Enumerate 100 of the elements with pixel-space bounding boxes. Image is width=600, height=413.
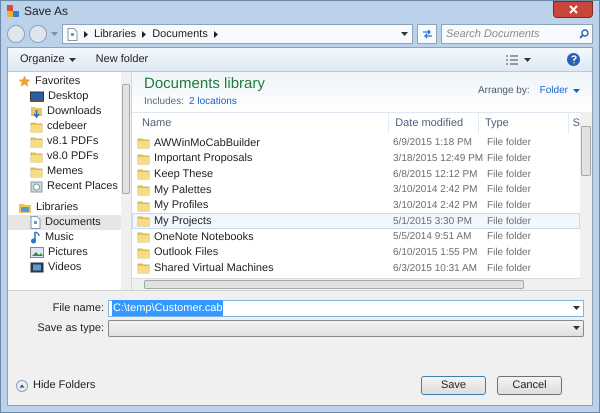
column-header[interactable]: Type <box>478 113 569 134</box>
file-name: AWWinMoCabBuilder <box>154 136 260 151</box>
date-cell-text: 3/18/2015 12:49 PM <box>392 152 481 166</box>
star-icon <box>18 75 31 88</box>
sidebar-item[interactable]: Videos <box>8 260 121 275</box>
type-cell-text: File folder <box>486 168 532 182</box>
sidebar-item[interactable]: v8.0 PDFs <box>8 149 121 164</box>
sidebar-item[interactable]: Downloads <box>8 104 121 119</box>
sidebar-item[interactable]: Documents <box>8 215 121 230</box>
horizontal-scrollbar[interactable] <box>132 278 580 290</box>
picture-icon <box>30 247 44 258</box>
search-field[interactable]: Search Documents <box>441 24 593 44</box>
save-as-type-dropdown[interactable] <box>108 320 584 336</box>
chevron-right-icon <box>142 30 146 38</box>
date-cell-text: 6/3/2015 10:31 AM <box>392 262 478 276</box>
film-icon <box>30 262 44 273</box>
folder-icon <box>137 168 150 180</box>
sidebar-item[interactable]: Recent Places <box>8 179 121 194</box>
file-row[interactable]: My Palettes 3/10/2014 2:42 PM File folder <box>132 182 580 198</box>
sidebar-item[interactable]: Memes <box>8 164 121 179</box>
breadcrumb-item[interactable]: Documents <box>152 26 208 42</box>
file-name: Outlook Files <box>154 245 218 260</box>
scrollbar[interactable] <box>121 72 131 290</box>
date-cell-text: 5/1/2015 3:30 PM <box>392 214 473 229</box>
hide-folders-button[interactable]: Hide Folders <box>16 377 96 394</box>
type-cell-text: File folder <box>486 199 532 214</box>
file-row[interactable]: Keep These 6/8/2015 12:12 PM File folder <box>132 166 580 182</box>
arrange-by-dropdown[interactable]: Folder <box>540 83 580 98</box>
type-cell-text: File folder <box>486 214 532 229</box>
new-folder-button[interactable]: New folder <box>96 51 148 68</box>
file-name-label: File name: <box>52 300 104 316</box>
cancel-button[interactable]: Cancel <box>497 376 562 395</box>
help-button[interactable] <box>567 53 580 66</box>
folder-icon <box>137 200 150 212</box>
folder-icon <box>137 230 150 243</box>
sidebar-item[interactable]: v8.1 PDFs <box>8 134 121 149</box>
folder-icon <box>137 184 150 196</box>
date-cell-text: 6/10/2015 1:55 PM <box>392 246 479 260</box>
file-row[interactable]: AWWinMoCabBuilder 6/9/2015 1:18 PM File folder <box>132 135 580 151</box>
breadcrumb-item[interactable]: Libraries <box>94 26 136 42</box>
column-header[interactable]: Date modified <box>389 113 479 134</box>
chevron-right-icon <box>84 30 88 38</box>
view-list-icon <box>506 54 518 64</box>
chevron-right-icon <box>214 30 218 38</box>
monitor-icon <box>30 90 44 102</box>
folder-icon <box>30 166 43 178</box>
file-name: My Palettes <box>154 182 212 198</box>
file-name: My Projects <box>154 214 212 230</box>
column-header[interactable]: Name <box>132 113 390 134</box>
close-icon <box>568 5 578 14</box>
organize-button[interactable]: Organize <box>20 51 76 68</box>
locations-link[interactable]: 2 locations <box>189 94 237 109</box>
help-icon <box>570 55 576 64</box>
type-cell-text: File folder <box>486 136 532 150</box>
file-row[interactable]: OneNote Notebooks 5/5/2014 9:51 AM File folder <box>132 229 580 245</box>
save-button[interactable]: Save <box>421 376 486 395</box>
window-title: Save As <box>24 3 68 20</box>
file-row[interactable]: Shared Virtual Machines 6/3/2015 10:31 AM File folder <box>132 260 580 276</box>
sidebar-group-label[interactable]: Libraries <box>36 199 78 216</box>
folder-icon <box>30 120 43 132</box>
type-cell-text: File folder <box>486 262 532 276</box>
date-cell-text: 6/8/2015 12:12 PM <box>392 168 479 182</box>
type-cell-text: File folder <box>486 230 532 244</box>
folder-icon <box>137 152 150 165</box>
refresh-icon <box>422 29 432 39</box>
column-header[interactable]: S <box>568 113 580 134</box>
forward-button[interactable] <box>29 25 47 43</box>
back-button[interactable] <box>7 25 25 43</box>
caret-icon <box>573 306 580 310</box>
sidebar-item[interactable]: Pictures <box>8 245 121 260</box>
file-row[interactable]: Important Proposals 3/18/2015 12:49 PM File folder <box>132 150 580 166</box>
arrange-by-label: Arrange by: <box>478 84 530 98</box>
view-button[interactable] <box>506 54 531 64</box>
sidebar-item[interactable]: Music <box>8 230 121 245</box>
save-as-type-label: Save as type: <box>36 320 104 336</box>
download-folder-icon <box>30 105 43 118</box>
sidebar-item[interactable]: Desktop <box>8 89 121 104</box>
search-icon <box>579 29 589 39</box>
document-icon <box>67 28 78 40</box>
sidebar-item[interactable]: cdebeer <box>8 119 121 134</box>
file-row[interactable]: My Profiles 3/10/2014 2:42 PM File folder <box>132 198 580 214</box>
refresh-button[interactable] <box>417 24 437 44</box>
sidebar-group-label[interactable]: Favorites <box>35 73 80 90</box>
type-cell-text: File folder <box>486 183 532 198</box>
folder-icon <box>137 136 150 149</box>
close-button[interactable] <box>553 1 593 18</box>
file-row[interactable]: Outlook Files 6/10/2015 1:55 PM File folder <box>132 244 580 260</box>
app-icon <box>7 5 19 17</box>
vertical-scrollbar[interactable] <box>580 112 592 290</box>
caret-icon <box>524 58 531 62</box>
address-bar[interactable]: Libraries Documents <box>62 24 413 44</box>
folder-icon <box>137 215 150 228</box>
folder-icon <box>137 262 150 274</box>
type-cell-text: File folder <box>486 152 532 166</box>
date-cell-text: 6/9/2015 1:18 PM <box>392 136 473 150</box>
music-note-icon <box>30 231 41 244</box>
file-row[interactable]: My Projects 5/1/2015 3:30 PM File folder <box>132 213 580 230</box>
caret-icon <box>573 88 580 92</box>
file-name: Important Proposals <box>154 151 252 166</box>
library-icon <box>18 202 32 214</box>
